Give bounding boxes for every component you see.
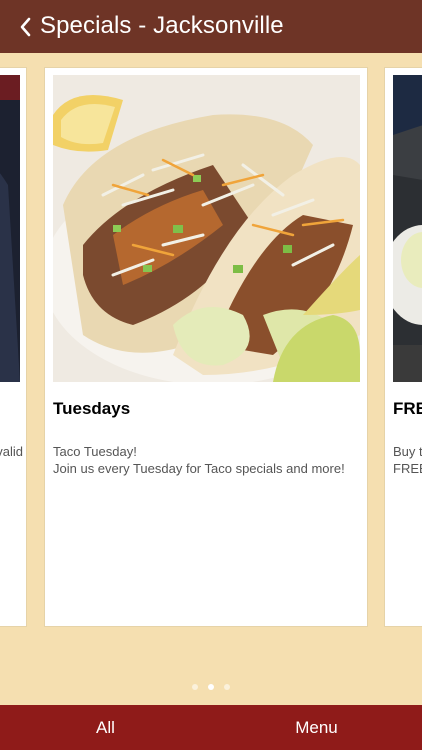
special-description-previous: valid [0, 443, 23, 460]
special-title-next: FRE [393, 399, 422, 418]
description-line: Taco Tuesday! [53, 444, 137, 459]
special-photo-tacos [53, 75, 360, 382]
page-dot-active[interactable] [208, 684, 214, 690]
chevron-left-icon [20, 17, 31, 37]
nav-header: Specials - Jacksonville [0, 0, 422, 53]
back-button[interactable] [14, 14, 36, 40]
page-dot[interactable] [192, 684, 198, 690]
special-photo-previous [0, 75, 20, 382]
special-description-next: Buy t FREE [393, 443, 422, 477]
tab-all[interactable]: All [0, 705, 211, 750]
description-line: FREE [393, 461, 422, 476]
special-photo-next [393, 75, 422, 382]
special-card-current[interactable]: Tuesdays Taco Tuesday! Join us every Tue… [44, 67, 368, 627]
special-title: Tuesdays [53, 399, 131, 418]
description-line: valid [0, 444, 23, 459]
page-indicator [0, 684, 422, 692]
page-title: Specials - Jacksonville [40, 12, 284, 39]
bottom-tab-bar: All Menu [0, 705, 422, 750]
page-dot[interactable] [224, 684, 230, 690]
tab-menu[interactable]: Menu [211, 705, 422, 750]
specials-carousel[interactable]: valid [0, 53, 422, 693]
special-card-next[interactable]: FRE Buy t FREE [384, 67, 422, 627]
special-description: Taco Tuesday! Join us every Tuesday for … [53, 443, 345, 477]
description-line: Buy t [393, 444, 422, 459]
special-card-previous[interactable]: valid [0, 67, 27, 627]
description-line: Join us every Tuesday for Taco specials … [53, 461, 345, 476]
